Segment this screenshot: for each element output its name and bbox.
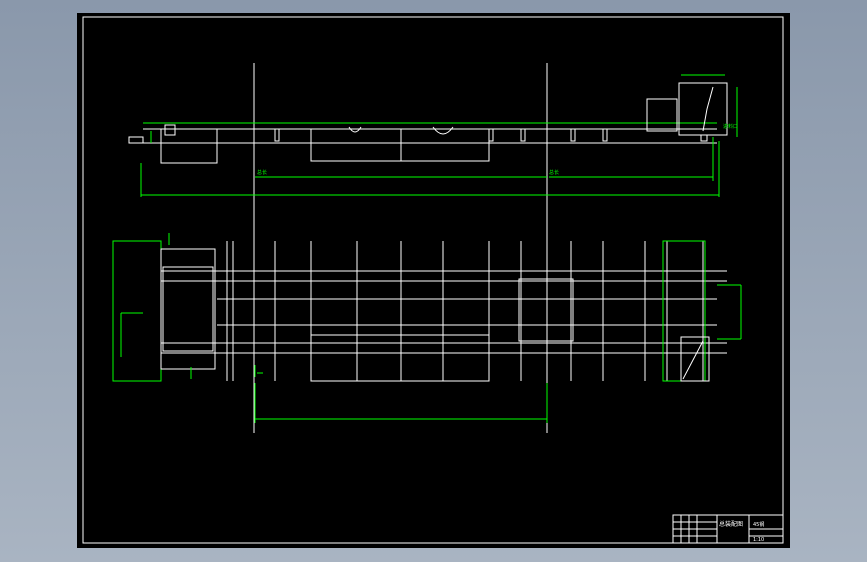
tail-diagonal — [682, 340, 704, 380]
trough-curve-2 — [432, 126, 454, 135]
front-dimensions — [140, 74, 738, 197]
head-frame — [646, 98, 678, 132]
title-block-title: 总装配图 — [719, 520, 743, 528]
title-block: 总装配图 45钢 1:10 — [672, 514, 784, 544]
front-view: 总长 总长 进料口 — [128, 63, 738, 433]
title-block-material: 45钢 — [753, 521, 764, 528]
mid-panel — [518, 278, 574, 342]
outlet — [700, 134, 708, 142]
cross-members — [226, 241, 704, 381]
title-block-grid — [673, 515, 783, 543]
sheet-border — [82, 16, 784, 544]
cad-viewport[interactable]: 总长 总长 进料口 总装配图 45钢 1:10 — [0, 0, 867, 562]
overall-dimension — [254, 383, 548, 423]
drawing-sheet: 总长 总长 进料口 总装配图 45钢 1:10 — [77, 13, 790, 548]
tail-outline — [662, 240, 706, 382]
trough-section-1 — [310, 128, 402, 162]
support-legs — [274, 128, 608, 142]
hopper-box — [678, 82, 728, 136]
drive-box — [160, 128, 218, 164]
motor-shaft — [128, 136, 144, 144]
frame-rails — [161, 270, 727, 354]
tail-dimensions — [717, 284, 742, 340]
drive-dimensions — [120, 233, 263, 379]
front-right-tag: 进料口 — [723, 123, 738, 130]
title-block-scale: 1:10 — [753, 537, 764, 543]
gearbox — [162, 266, 214, 352]
hopper-chute — [702, 86, 714, 132]
front-right-note: 总长 — [549, 169, 559, 176]
drive-unit-outline — [112, 240, 162, 382]
pulley — [164, 124, 176, 136]
top-view — [112, 233, 742, 423]
front-left-note: 总长 — [257, 169, 267, 176]
trough-panel — [310, 334, 490, 382]
drawing-canvas[interactable]: 总长 总长 进料口 总装配图 45钢 1:10 — [77, 13, 790, 548]
